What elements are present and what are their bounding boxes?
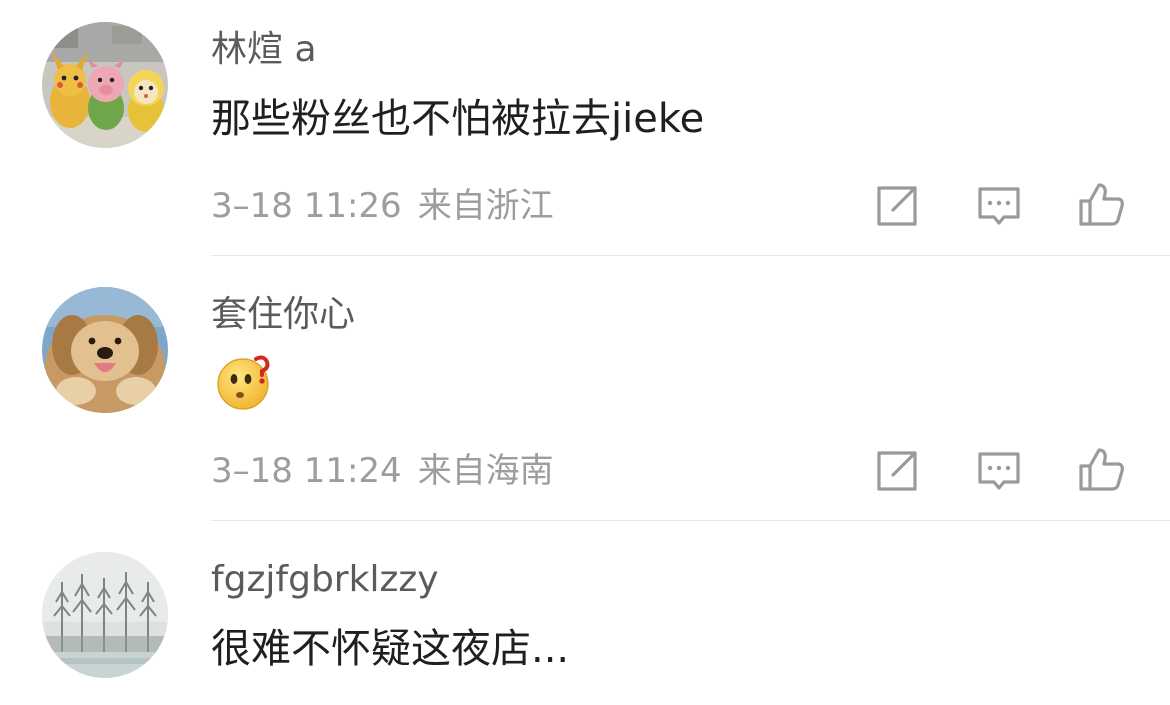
winter-trees-avatar[interactable] (42, 552, 168, 678)
comment-content: 很难不怀疑这夜店... (211, 626, 570, 672)
comment-list: 林煊 a 那些粉丝也不怕被拉去jieke 3–18 11:26 来自浙江 套住你… (0, 0, 1170, 705)
comment-item: fgzjfgbrklzzy 很难不怀疑这夜店... (0, 0, 1170, 705)
comment-username[interactable]: fgzjfgbrklzzy (211, 558, 439, 602)
